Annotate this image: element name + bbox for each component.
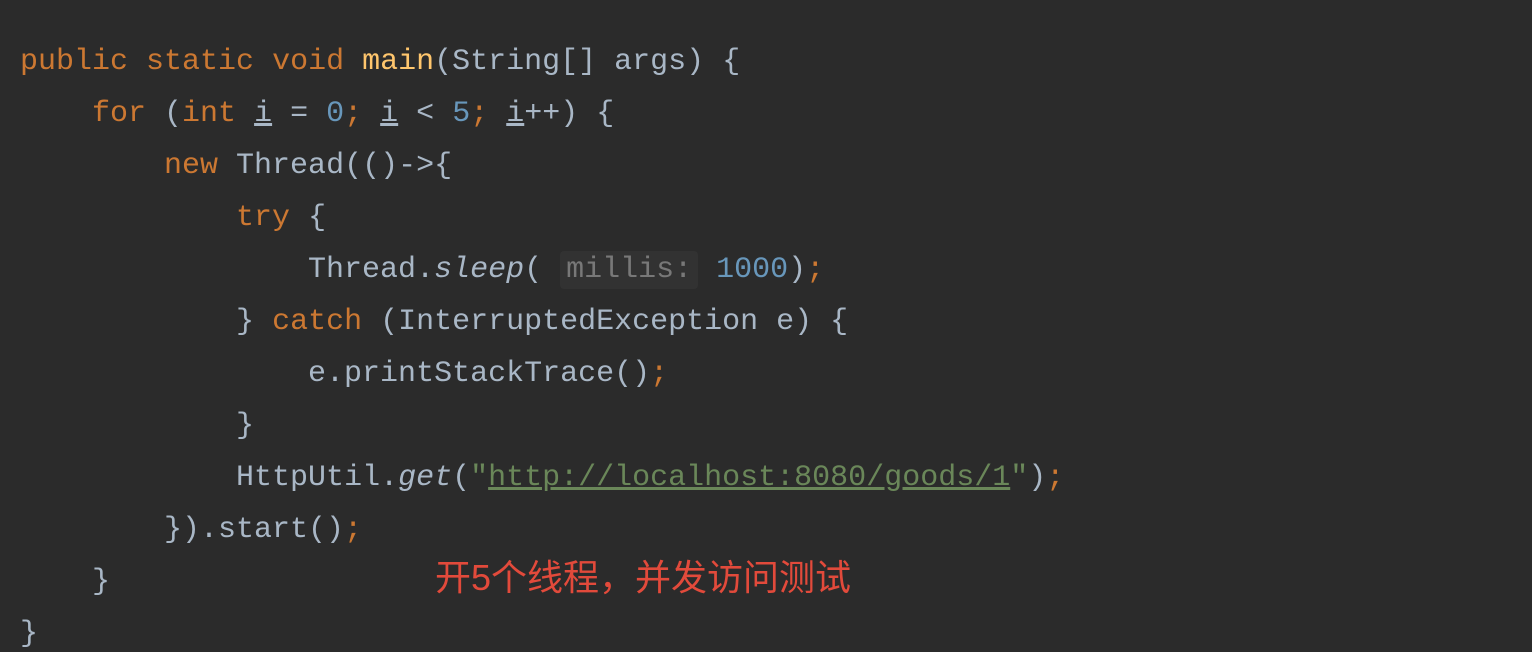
keyword-void: void <box>272 45 344 79</box>
var-i: i <box>506 97 524 131</box>
number-literal: 5 <box>452 97 470 131</box>
keyword-try: try <box>236 201 290 235</box>
url-string: http://localhost:8080/goods/1 <box>488 461 1010 495</box>
keyword-int: int <box>182 97 236 131</box>
method-name: main <box>362 45 434 79</box>
number-literal: 0 <box>326 97 344 131</box>
method-signature: (String[] args) { <box>434 45 740 79</box>
method-get: get <box>398 461 452 495</box>
param-hint-millis: millis: <box>560 251 698 289</box>
keyword-public: public <box>20 45 128 79</box>
keyword-static: static <box>146 45 254 79</box>
number-literal: 1000 <box>716 253 788 287</box>
var-i: i <box>380 97 398 131</box>
annotation-text: 开5个线程，并发访问测试 <box>435 560 851 596</box>
method-sleep: sleep <box>434 253 524 287</box>
keyword-new: new <box>164 149 218 183</box>
keyword-catch: catch <box>272 305 362 339</box>
keyword-for: for <box>92 97 146 131</box>
var-i: i <box>254 97 272 131</box>
